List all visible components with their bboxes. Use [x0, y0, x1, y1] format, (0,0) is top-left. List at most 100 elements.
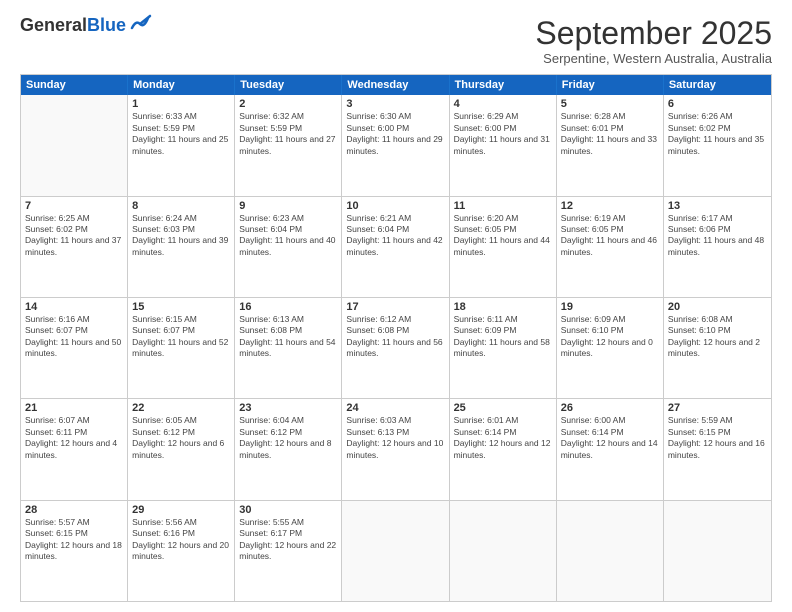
day-info: Sunrise: 6:13 AM Sunset: 6:08 PM Dayligh…	[239, 314, 337, 360]
day-number: 25	[454, 402, 552, 414]
calendar-day-cell: 29Sunrise: 5:56 AM Sunset: 6:16 PM Dayli…	[128, 501, 235, 601]
calendar-body: 1Sunrise: 6:33 AM Sunset: 5:59 PM Daylig…	[21, 95, 771, 601]
calendar: SundayMondayTuesdayWednesdayThursdayFrid…	[20, 74, 772, 602]
day-number: 30	[239, 504, 337, 516]
day-number: 5	[561, 98, 659, 110]
day-info: Sunrise: 6:01 AM Sunset: 6:14 PM Dayligh…	[454, 415, 552, 461]
calendar-day-cell: 10Sunrise: 6:21 AM Sunset: 6:04 PM Dayli…	[342, 197, 449, 297]
calendar-day-cell: 4Sunrise: 6:29 AM Sunset: 6:00 PM Daylig…	[450, 95, 557, 195]
day-number: 27	[668, 402, 767, 414]
calendar-day-cell: 9Sunrise: 6:23 AM Sunset: 6:04 PM Daylig…	[235, 197, 342, 297]
day-number: 26	[561, 402, 659, 414]
calendar-day-cell: 25Sunrise: 6:01 AM Sunset: 6:14 PM Dayli…	[450, 399, 557, 499]
day-number: 8	[132, 200, 230, 212]
calendar-header-day: Tuesday	[235, 75, 342, 95]
calendar-day-cell: 11Sunrise: 6:20 AM Sunset: 6:05 PM Dayli…	[450, 197, 557, 297]
calendar-header-day: Friday	[557, 75, 664, 95]
day-info: Sunrise: 6:17 AM Sunset: 6:06 PM Dayligh…	[668, 213, 767, 259]
calendar-day-cell: 7Sunrise: 6:25 AM Sunset: 6:02 PM Daylig…	[21, 197, 128, 297]
calendar-day-cell: 16Sunrise: 6:13 AM Sunset: 6:08 PM Dayli…	[235, 298, 342, 398]
calendar-header-day: Saturday	[664, 75, 771, 95]
calendar-day-cell: 1Sunrise: 6:33 AM Sunset: 5:59 PM Daylig…	[128, 95, 235, 195]
day-info: Sunrise: 6:05 AM Sunset: 6:12 PM Dayligh…	[132, 415, 230, 461]
day-number: 10	[346, 200, 444, 212]
day-number: 2	[239, 98, 337, 110]
calendar-day-cell: 26Sunrise: 6:00 AM Sunset: 6:14 PM Dayli…	[557, 399, 664, 499]
day-number: 29	[132, 504, 230, 516]
logo: GeneralBlue	[20, 16, 152, 34]
calendar-header-day: Sunday	[21, 75, 128, 95]
day-info: Sunrise: 6:00 AM Sunset: 6:14 PM Dayligh…	[561, 415, 659, 461]
day-info: Sunrise: 6:33 AM Sunset: 5:59 PM Dayligh…	[132, 111, 230, 157]
day-info: Sunrise: 6:08 AM Sunset: 6:10 PM Dayligh…	[668, 314, 767, 360]
calendar-day-cell	[21, 95, 128, 195]
day-number: 3	[346, 98, 444, 110]
day-info: Sunrise: 6:20 AM Sunset: 6:05 PM Dayligh…	[454, 213, 552, 259]
day-number: 7	[25, 200, 123, 212]
calendar-header-day: Thursday	[450, 75, 557, 95]
day-number: 13	[668, 200, 767, 212]
calendar-day-cell: 30Sunrise: 5:55 AM Sunset: 6:17 PM Dayli…	[235, 501, 342, 601]
calendar-day-cell: 21Sunrise: 6:07 AM Sunset: 6:11 PM Dayli…	[21, 399, 128, 499]
day-info: Sunrise: 6:16 AM Sunset: 6:07 PM Dayligh…	[25, 314, 123, 360]
day-number: 28	[25, 504, 123, 516]
day-number: 1	[132, 98, 230, 110]
day-number: 20	[668, 301, 767, 313]
day-info: Sunrise: 6:28 AM Sunset: 6:01 PM Dayligh…	[561, 111, 659, 157]
header: GeneralBlue September 2025 Serpentine, W…	[20, 16, 772, 66]
calendar-week-row: 1Sunrise: 6:33 AM Sunset: 5:59 PM Daylig…	[21, 95, 771, 196]
day-number: 16	[239, 301, 337, 313]
day-info: Sunrise: 6:21 AM Sunset: 6:04 PM Dayligh…	[346, 213, 444, 259]
day-number: 15	[132, 301, 230, 313]
calendar-day-cell: 2Sunrise: 6:32 AM Sunset: 5:59 PM Daylig…	[235, 95, 342, 195]
calendar-header: SundayMondayTuesdayWednesdayThursdayFrid…	[21, 75, 771, 95]
calendar-day-cell: 13Sunrise: 6:17 AM Sunset: 6:06 PM Dayli…	[664, 197, 771, 297]
calendar-day-cell: 6Sunrise: 6:26 AM Sunset: 6:02 PM Daylig…	[664, 95, 771, 195]
day-number: 18	[454, 301, 552, 313]
day-info: Sunrise: 6:11 AM Sunset: 6:09 PM Dayligh…	[454, 314, 552, 360]
calendar-header-day: Wednesday	[342, 75, 449, 95]
page: GeneralBlue September 2025 Serpentine, W…	[0, 0, 792, 612]
day-number: 23	[239, 402, 337, 414]
calendar-day-cell: 8Sunrise: 6:24 AM Sunset: 6:03 PM Daylig…	[128, 197, 235, 297]
day-info: Sunrise: 6:24 AM Sunset: 6:03 PM Dayligh…	[132, 213, 230, 259]
calendar-day-cell	[450, 501, 557, 601]
calendar-day-cell	[664, 501, 771, 601]
day-number: 12	[561, 200, 659, 212]
location-subtitle: Serpentine, Western Australia, Australia	[535, 51, 772, 66]
day-info: Sunrise: 6:12 AM Sunset: 6:08 PM Dayligh…	[346, 314, 444, 360]
day-info: Sunrise: 6:09 AM Sunset: 6:10 PM Dayligh…	[561, 314, 659, 360]
day-info: Sunrise: 6:04 AM Sunset: 6:12 PM Dayligh…	[239, 415, 337, 461]
day-info: Sunrise: 5:59 AM Sunset: 6:15 PM Dayligh…	[668, 415, 767, 461]
day-info: Sunrise: 5:55 AM Sunset: 6:17 PM Dayligh…	[239, 517, 337, 563]
title-block: September 2025 Serpentine, Western Austr…	[535, 16, 772, 66]
calendar-week-row: 28Sunrise: 5:57 AM Sunset: 6:15 PM Dayli…	[21, 501, 771, 601]
day-info: Sunrise: 6:25 AM Sunset: 6:02 PM Dayligh…	[25, 213, 123, 259]
day-number: 6	[668, 98, 767, 110]
calendar-day-cell	[342, 501, 449, 601]
logo-general: GeneralBlue	[20, 16, 126, 34]
day-info: Sunrise: 6:15 AM Sunset: 6:07 PM Dayligh…	[132, 314, 230, 360]
calendar-week-row: 21Sunrise: 6:07 AM Sunset: 6:11 PM Dayli…	[21, 399, 771, 500]
day-info: Sunrise: 5:57 AM Sunset: 6:15 PM Dayligh…	[25, 517, 123, 563]
calendar-day-cell: 3Sunrise: 6:30 AM Sunset: 6:00 PM Daylig…	[342, 95, 449, 195]
day-number: 17	[346, 301, 444, 313]
calendar-day-cell: 5Sunrise: 6:28 AM Sunset: 6:01 PM Daylig…	[557, 95, 664, 195]
calendar-day-cell: 14Sunrise: 6:16 AM Sunset: 6:07 PM Dayli…	[21, 298, 128, 398]
day-number: 9	[239, 200, 337, 212]
day-info: Sunrise: 6:26 AM Sunset: 6:02 PM Dayligh…	[668, 111, 767, 157]
day-info: Sunrise: 6:32 AM Sunset: 5:59 PM Dayligh…	[239, 111, 337, 157]
day-number: 11	[454, 200, 552, 212]
day-info: Sunrise: 6:19 AM Sunset: 6:05 PM Dayligh…	[561, 213, 659, 259]
calendar-day-cell: 17Sunrise: 6:12 AM Sunset: 6:08 PM Dayli…	[342, 298, 449, 398]
day-info: Sunrise: 6:23 AM Sunset: 6:04 PM Dayligh…	[239, 213, 337, 259]
calendar-day-cell: 27Sunrise: 5:59 AM Sunset: 6:15 PM Dayli…	[664, 399, 771, 499]
calendar-day-cell: 20Sunrise: 6:08 AM Sunset: 6:10 PM Dayli…	[664, 298, 771, 398]
day-number: 4	[454, 98, 552, 110]
day-number: 21	[25, 402, 123, 414]
day-number: 24	[346, 402, 444, 414]
calendar-header-day: Monday	[128, 75, 235, 95]
calendar-week-row: 7Sunrise: 6:25 AM Sunset: 6:02 PM Daylig…	[21, 197, 771, 298]
calendar-day-cell	[557, 501, 664, 601]
logo-wave-icon	[130, 14, 152, 32]
